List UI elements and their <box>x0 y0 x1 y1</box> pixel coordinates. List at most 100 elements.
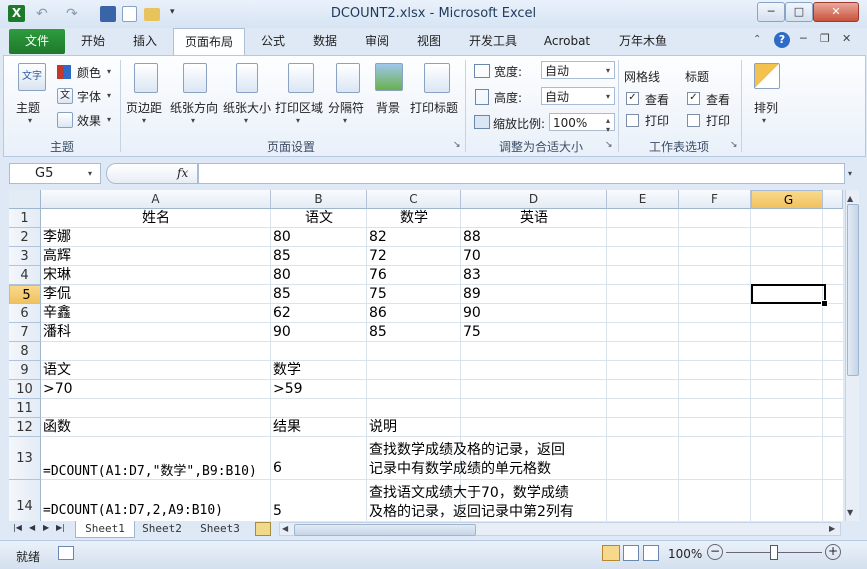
vertical-scrollbar[interactable]: ▲ ▼ <box>845 190 859 521</box>
cell-a3[interactable]: 高辉 <box>43 247 71 266</box>
cell-d6[interactable]: 90 <box>463 304 481 323</box>
cell-b4[interactable]: 80 <box>273 266 291 285</box>
help-icon[interactable]: ? <box>774 32 790 48</box>
background-button[interactable]: 背景 <box>370 61 406 131</box>
cell-b13[interactable]: 6 <box>273 460 282 476</box>
cell-c2[interactable]: 82 <box>369 228 387 247</box>
cell-c4[interactable]: 76 <box>369 266 387 285</box>
sheet-nav-prev-icon[interactable]: ◀ <box>29 523 35 532</box>
normal-view-icon[interactable] <box>602 545 620 561</box>
zoom-out-icon[interactable]: − <box>707 544 723 560</box>
cell-d3[interactable]: 70 <box>463 247 481 266</box>
theme-effects-button[interactable]: 效果 ▾ <box>57 111 115 129</box>
cell-c6[interactable]: 86 <box>369 304 387 323</box>
page-setup-launcher-icon[interactable]: ↘ <box>453 140 461 150</box>
cell-b5[interactable]: 85 <box>273 285 291 304</box>
cell-b6[interactable]: 62 <box>273 304 291 323</box>
row-header-14[interactable]: 14 <box>9 480 41 521</box>
size-button[interactable]: 纸张大小 ▾ <box>222 61 274 131</box>
row-header-9[interactable]: 9 <box>9 361 41 380</box>
scroll-down-icon[interactable]: ▼ <box>847 508 853 517</box>
sheet-tab-sheet1[interactable]: Sheet1 <box>75 521 135 538</box>
page-break-view-icon[interactable] <box>643 545 659 561</box>
cell-a2[interactable]: 李娜 <box>43 228 71 247</box>
row-header-3[interactable]: 3 <box>9 247 41 266</box>
cell-a5[interactable]: 李侃 <box>43 285 71 304</box>
width-select[interactable]: 自动 ▾ <box>541 61 615 79</box>
scale-spinner[interactable]: 100% ▴ ▾ <box>549 113 615 134</box>
cell-b3[interactable]: 85 <box>273 247 291 266</box>
tab-file[interactable]: 文件 <box>9 29 65 54</box>
workbook-restore-icon[interactable]: ❐ <box>820 32 830 45</box>
row-header-2[interactable]: 2 <box>9 228 41 247</box>
tab-formulas[interactable]: 公式 <box>250 28 296 54</box>
gridlines-print-checkbox[interactable] <box>626 114 639 127</box>
macro-record-icon[interactable] <box>58 546 74 560</box>
cell-a10[interactable]: >70 <box>43 380 73 399</box>
sheet-nav-next-icon[interactable]: ▶ <box>43 523 49 532</box>
zoom-level[interactable]: 100% <box>668 547 702 561</box>
cell-a6[interactable]: 辛鑫 <box>43 304 71 323</box>
minimize-button[interactable]: ─ <box>757 2 785 22</box>
row-header-5[interactable]: 5 <box>9 285 41 304</box>
margins-button[interactable]: 页边距 ▾ <box>124 61 168 131</box>
h-scroll-thumb[interactable] <box>294 524 476 536</box>
horizontal-scrollbar[interactable]: ◀ ▶ <box>279 522 841 536</box>
column-header-a[interactable]: A <box>41 190 271 209</box>
cell-c1[interactable]: 数学 <box>369 209 459 228</box>
maximize-button[interactable]: □ <box>785 2 813 22</box>
row-header-6[interactable]: 6 <box>9 304 41 323</box>
column-header-c[interactable]: C <box>367 190 461 209</box>
tab-home[interactable]: 开始 <box>70 28 116 54</box>
cell-b10[interactable]: >59 <box>273 380 303 399</box>
expand-formula-icon[interactable]: ▾ <box>848 169 852 178</box>
worksheet-grid[interactable]: 姓名 语文 数学 英语 李娜 80 82 88 高辉 85 72 70 宋琳 80 76 83 李侃 85 75 89… <box>9 190 843 521</box>
cell-d5[interactable]: 89 <box>463 285 481 304</box>
tab-data[interactable]: 数据 <box>302 28 348 54</box>
cell-d1[interactable]: 英语 <box>463 209 605 228</box>
sheet-nav-first-icon[interactable]: |◀ <box>13 523 22 532</box>
column-header-f[interactable]: F <box>679 190 751 209</box>
tab-insert[interactable]: 插入 <box>122 28 168 54</box>
zoom-in-icon[interactable]: + <box>825 544 841 560</box>
theme-fonts-button[interactable]: 文 字体 ▾ <box>57 87 115 105</box>
gridlines-view-checkbox[interactable]: ✓ <box>626 92 639 105</box>
cell-b1[interactable]: 语文 <box>273 209 365 228</box>
insert-sheet-icon[interactable] <box>255 522 271 536</box>
column-header-d[interactable]: D <box>461 190 607 209</box>
tab-developer[interactable]: 开发工具 <box>460 28 526 54</box>
cell-c14line2[interactable]: 及格的记录，返回记录中第2列有 <box>369 501 574 521</box>
cell-d2[interactable]: 88 <box>463 228 481 247</box>
breaks-button[interactable]: 分隔符 ▾ <box>326 61 368 131</box>
cell-c5[interactable]: 75 <box>369 285 387 304</box>
sheet-nav-last-icon[interactable]: ▶| <box>56 523 65 532</box>
tab-acrobat[interactable]: Acrobat <box>534 28 600 54</box>
cell-a13[interactable]: =DCOUNT(A1:D7,"数学",B9:B10) <box>43 460 257 479</box>
sheet-options-launcher-icon[interactable]: ↘ <box>730 140 738 150</box>
cell-c13line1[interactable]: 查找数学成绩及格的记录，返回 <box>369 439 565 459</box>
row-header-7[interactable]: 7 <box>9 323 41 342</box>
cell-a12[interactable]: 函数 <box>43 418 71 437</box>
cell-b2[interactable]: 80 <box>273 228 291 247</box>
formula-input[interactable] <box>198 163 845 184</box>
row-header-10[interactable]: 10 <box>9 380 41 399</box>
workbook-minimize-icon[interactable]: ─ <box>800 32 807 45</box>
row-header-12[interactable]: 12 <box>9 418 41 437</box>
row-header-1[interactable]: 1 <box>9 209 41 228</box>
theme-colors-button[interactable]: 颜色 ▾ <box>57 63 115 81</box>
tab-view[interactable]: 视图 <box>406 28 452 54</box>
cell-d4[interactable]: 83 <box>463 266 481 285</box>
scroll-up-icon[interactable]: ▲ <box>847 194 853 203</box>
cell-a9[interactable]: 语文 <box>43 361 71 380</box>
themes-button[interactable]: 文字 主题 ▾ <box>13 61 49 125</box>
cell-c7[interactable]: 85 <box>369 323 387 342</box>
spin-down-icon[interactable]: ▾ <box>606 121 610 139</box>
fill-handle[interactable] <box>821 300 828 307</box>
select-all-corner[interactable] <box>9 190 41 209</box>
cell-c14line1[interactable]: 查找语文成绩大于70，数学成绩 <box>369 482 569 502</box>
cell-a4[interactable]: 宋琳 <box>43 266 71 285</box>
headings-print-checkbox[interactable] <box>687 114 700 127</box>
arrange-button[interactable]: 排列 ▾ <box>746 61 786 131</box>
collapse-ribbon-icon[interactable]: ⌃ <box>753 34 761 45</box>
column-header-g[interactable]: G <box>751 190 823 209</box>
